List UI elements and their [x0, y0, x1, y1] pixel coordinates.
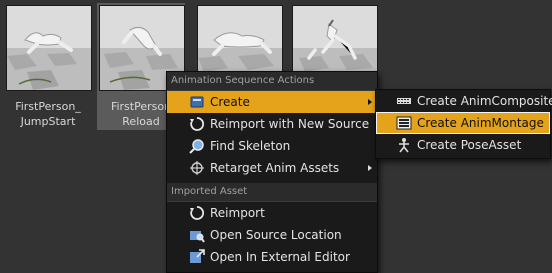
target-icon — [189, 160, 205, 176]
anim-montage-icon — [396, 115, 412, 131]
menu-item-label: Create AnimMontage — [417, 116, 544, 130]
menu-item-label: Create AnimComposite — [417, 94, 552, 108]
submenu-arrow-icon — [368, 99, 372, 105]
menu-item-label: Reimport — [210, 206, 265, 220]
create-submenu: Create AnimComposite Create AnimMontage — [375, 89, 552, 159]
menu-item-open-source-location[interactable]: Open Source Location — [167, 224, 377, 246]
submenu-item-anim-composite[interactable]: Create AnimComposite — [376, 90, 552, 112]
menu-item-label: Reimport with New Source — [210, 117, 370, 131]
pose-asset-icon — [396, 137, 412, 153]
menu-item-label: Retarget Anim Assets — [210, 161, 340, 175]
submenu-arrow-icon — [368, 165, 372, 171]
external-editor-icon — [189, 249, 205, 265]
menu-item-label: Create — [210, 95, 250, 109]
content-browser: FirstPerson_ JumpStart FirstPerson Reloa… — [0, 0, 552, 273]
folder-search-icon — [189, 227, 205, 243]
menu-item-label: Create PoseAsset — [417, 138, 522, 152]
menu-item-retarget[interactable]: Retarget Anim Assets — [167, 157, 377, 179]
menu-item-open-external-editor[interactable]: Open In External Editor — [167, 246, 377, 268]
section-header: Imported Asset — [167, 183, 377, 202]
submenu-item-anim-montage[interactable]: Create AnimMontage — [376, 112, 550, 134]
reimport-icon — [189, 205, 205, 221]
asset-tile-jumpstart[interactable]: FirstPerson_ JumpStart — [4, 3, 92, 130]
asset-thumbnail — [6, 5, 92, 91]
menu-item-reimport-new-source[interactable]: Reimport with New Source — [167, 113, 377, 135]
section-header: Animation Sequence Actions — [167, 72, 377, 91]
menu-item-label: Open In External Editor — [210, 250, 350, 264]
submenu-item-pose-asset[interactable]: Create PoseAsset — [376, 134, 550, 156]
menu-item-label: Find Skeleton — [210, 139, 291, 153]
menu-item-label: Open Source Location — [210, 228, 342, 242]
asset-name: FirstPerson_ JumpStart — [15, 100, 81, 128]
search-icon — [189, 138, 205, 154]
menu-item-find-skeleton[interactable]: Find Skeleton — [167, 135, 377, 157]
anim-composite-icon — [396, 93, 412, 109]
menu-item-reimport[interactable]: Reimport — [167, 202, 377, 224]
reimport-icon — [189, 116, 205, 132]
context-menu: Animation Sequence Actions Create Reimpo… — [166, 71, 378, 273]
create-icon — [189, 94, 205, 110]
menu-item-create[interactable]: Create — [167, 91, 377, 113]
